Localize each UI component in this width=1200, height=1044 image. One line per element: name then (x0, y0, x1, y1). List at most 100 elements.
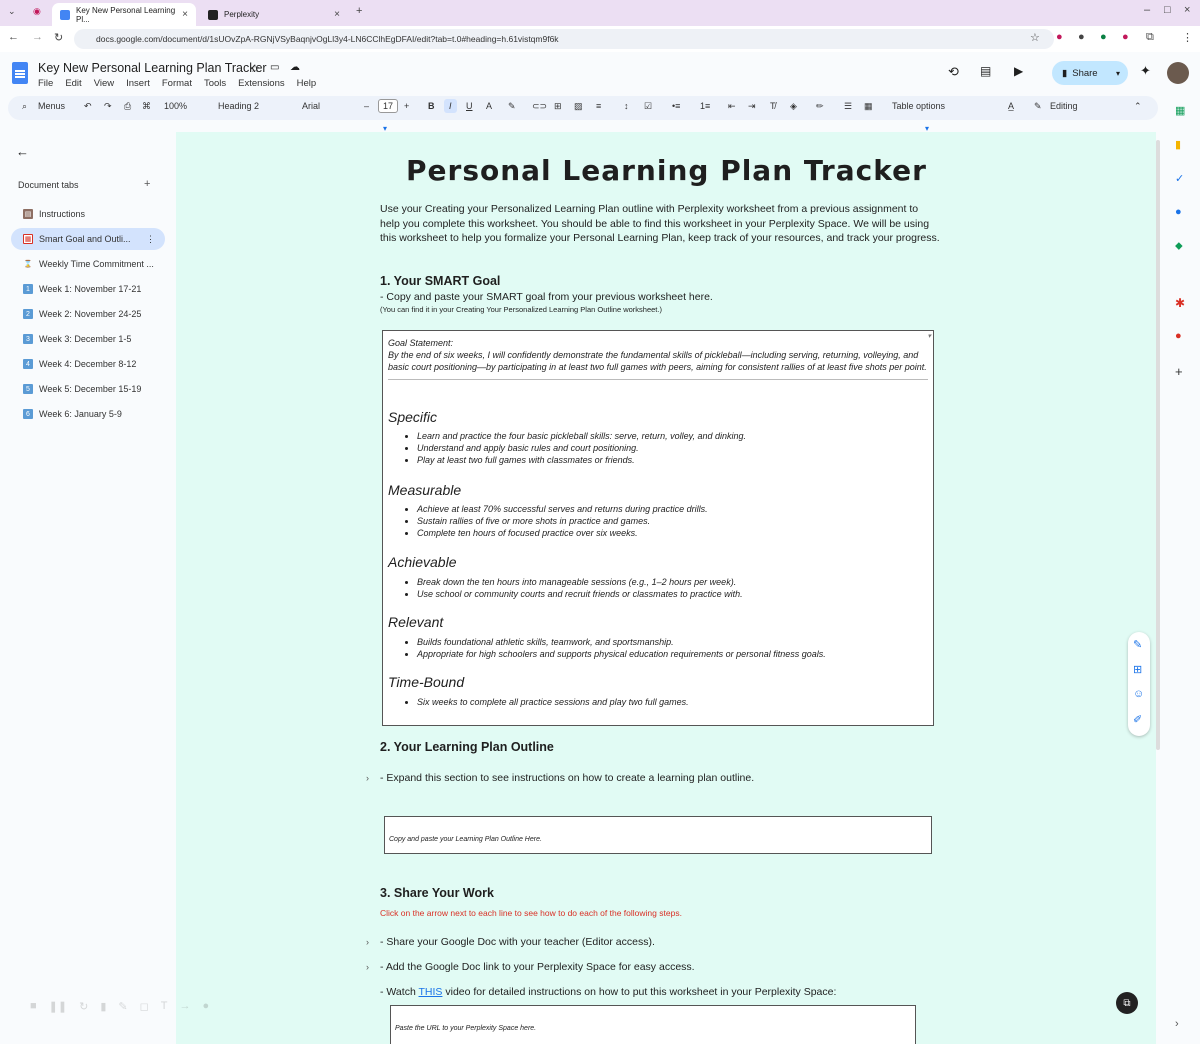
increase-font-icon[interactable]: + (404, 101, 409, 111)
cloud-saved-icon[interactable]: ☁ (290, 62, 300, 73)
spellcheck-icon[interactable]: A̲ (1008, 101, 1014, 111)
collapse-toolbar-icon[interactable]: ⌃ (1134, 101, 1142, 112)
sidebar-item-instructions[interactable]: ▤ Instructions (11, 203, 165, 225)
decrease-indent-icon[interactable]: ⇤ (728, 101, 736, 112)
add-addon-icon[interactable]: + (1175, 364, 1183, 379)
chevron-right-icon[interactable]: › (366, 937, 369, 947)
smart-goal-box[interactable]: ▾ Goal Statement: By the end of six week… (382, 330, 934, 726)
clear-formatting-icon[interactable]: T̸ (770, 101, 776, 111)
contacts-icon[interactable]: ● (1175, 206, 1182, 218)
maps-icon[interactable]: ⬥ (1175, 240, 1183, 253)
extension-icon[interactable]: ● (1078, 31, 1085, 43)
back-icon[interactable]: ← (8, 31, 19, 43)
close-tab-icon[interactable]: × (334, 9, 340, 20)
extensions-puzzle-icon[interactable]: ⧉ (1146, 31, 1154, 44)
expand-panel-icon[interactable]: › (1175, 1018, 1179, 1030)
style-select[interactable]: Heading 2 (218, 101, 259, 111)
reload-icon[interactable]: ↻ (54, 31, 63, 44)
increase-indent-icon[interactable]: ⇥ (748, 101, 756, 112)
sidebar-item-week-1[interactable]: 1 Week 1: November 17-21 (11, 278, 165, 300)
restart-icon[interactable]: ↻ (79, 1000, 88, 1018)
paint-format-icon[interactable]: ⌘ (142, 101, 151, 112)
sheets-icon[interactable]: ▦ (1175, 104, 1185, 117)
browser-menu-icon[interactable]: ⋮ (1182, 31, 1193, 44)
emoji-reaction-icon[interactable]: ☺ (1133, 688, 1144, 700)
arrow-icon[interactable]: → (179, 1000, 190, 1018)
table-menu-icon[interactable]: ▾ (927, 332, 931, 340)
share-button[interactable]: ▮ Share ▾ (1052, 61, 1128, 85)
pencil-icon[interactable]: ✎ (1034, 101, 1042, 112)
text-color-icon[interactable]: A (486, 101, 492, 111)
stop-icon[interactable]: ■ (30, 1000, 37, 1018)
font-size-input[interactable]: 17 (378, 99, 399, 113)
menus-search-label[interactable]: Menus (38, 101, 65, 111)
link-icon[interactable]: ⊂⊃ (532, 101, 547, 112)
record-icon[interactable]: ◉ (33, 6, 41, 17)
redo-icon[interactable]: ↷ (104, 101, 112, 112)
bulleted-list-icon[interactable]: •≡ (672, 101, 680, 111)
border-width-icon[interactable]: ☰ (844, 101, 852, 112)
sidebar-item-week-3[interactable]: 3 Week 3: December 1-5 (11, 328, 165, 350)
tab-search-icon[interactable]: ⌄ (8, 6, 16, 17)
gemini-icon[interactable]: ✦ (1140, 63, 1151, 79)
sidebar-item-weekly-time[interactable]: ⌛ Weekly Time Commitment ... (11, 253, 165, 275)
align-icon[interactable]: ≡ (596, 101, 601, 111)
table-options-button[interactable]: Table options (892, 101, 945, 111)
version-history-icon[interactable]: ⟲ (948, 64, 959, 80)
this-video-link[interactable]: THIS (419, 986, 443, 998)
menu-insert[interactable]: Insert (126, 78, 150, 89)
star-icon[interactable]: ☆ (250, 62, 260, 75)
move-folder-icon[interactable]: ▭ (270, 62, 279, 73)
decrease-font-icon[interactable]: – (364, 101, 369, 111)
maximize-icon[interactable]: □ (1164, 4, 1171, 16)
browser-tab-perplexity[interactable]: Perplexity × (200, 3, 348, 26)
sidebar-item-week-4[interactable]: 4 Week 4: December 8-12 (11, 353, 165, 375)
close-tab-icon[interactable]: × (182, 9, 188, 20)
menu-file[interactable]: File (38, 78, 53, 89)
print-icon[interactable]: ⎙ (124, 101, 131, 112)
highlight-icon[interactable]: ✎ (508, 101, 516, 112)
zoom-select[interactable]: 100% (164, 101, 187, 111)
add-comment-icon[interactable]: ⊞ (554, 101, 562, 112)
meet-icon[interactable]: ▶ (1014, 64, 1023, 78)
document-scrollbar[interactable] (1156, 140, 1160, 750)
sidebar-item-week-2[interactable]: 2 Week 2: November 24-25 (11, 303, 165, 325)
camera-icon[interactable]: ● (202, 1000, 209, 1018)
url-input[interactable]: docs.google.com/document/d/1sUOvZpA-RGNj… (74, 29, 1054, 49)
bold-icon[interactable]: B (428, 101, 435, 111)
tab-options-icon[interactable]: ⋮ (146, 234, 155, 245)
menu-tools[interactable]: Tools (204, 78, 226, 89)
border-color-icon[interactable]: ✏ (816, 101, 824, 112)
menu-view[interactable]: View (94, 78, 114, 89)
extension-icon[interactable]: ● (1100, 31, 1107, 43)
add-tab-icon[interactable]: + (144, 178, 150, 190)
font-select[interactable]: Arial (302, 101, 320, 111)
bookmark-star-icon[interactable]: ☆ (1030, 31, 1040, 44)
browser-tab-docs[interactable]: Key New Personal Learning Pl... × (52, 3, 196, 26)
new-tab-icon[interactable]: + (356, 5, 362, 17)
underline-icon[interactable]: U (466, 101, 473, 111)
sidebar-item-smart-goal[interactable]: ▦ Smart Goal and Outli... ⋮ (11, 228, 165, 250)
italic-icon[interactable]: I (444, 99, 457, 113)
pen-icon[interactable]: ✎ (118, 1000, 127, 1018)
numbered-list-icon[interactable]: 1≡ (700, 101, 710, 111)
undo-icon[interactable]: ↶ (84, 101, 92, 112)
menu-extensions[interactable]: Extensions (238, 78, 284, 89)
extension-icon[interactable]: ● (1056, 31, 1063, 43)
help-me-write-icon[interactable]: ✎ (1133, 638, 1142, 651)
menu-help[interactable]: Help (297, 78, 317, 89)
docs-logo-icon[interactable] (12, 62, 28, 84)
menu-format[interactable]: Format (162, 78, 192, 89)
sidebar-item-week-6[interactable]: 6 Week 6: January 5-9 (11, 403, 165, 425)
comments-icon[interactable]: ▤ (980, 64, 991, 78)
asterisk-addon-icon[interactable]: ✱ (1175, 296, 1185, 310)
learning-plan-outline-box[interactable]: Copy and paste your Learning Plan Outlin… (384, 816, 932, 854)
chevron-right-icon[interactable]: › (366, 773, 369, 783)
perplexity-url-box[interactable]: Paste the URL to your Perplexity Space h… (390, 1005, 916, 1044)
sidebar-item-week-5[interactable]: 5 Week 5: December 15-19 (11, 378, 165, 400)
shape-icon[interactable]: ◻ (140, 1000, 149, 1018)
minimize-icon[interactable]: – (1144, 4, 1150, 16)
microphone-icon[interactable]: ● (1175, 330, 1182, 342)
insert-image-icon[interactable]: ▨ (574, 101, 583, 112)
line-spacing-icon[interactable]: ↕ (624, 101, 629, 111)
